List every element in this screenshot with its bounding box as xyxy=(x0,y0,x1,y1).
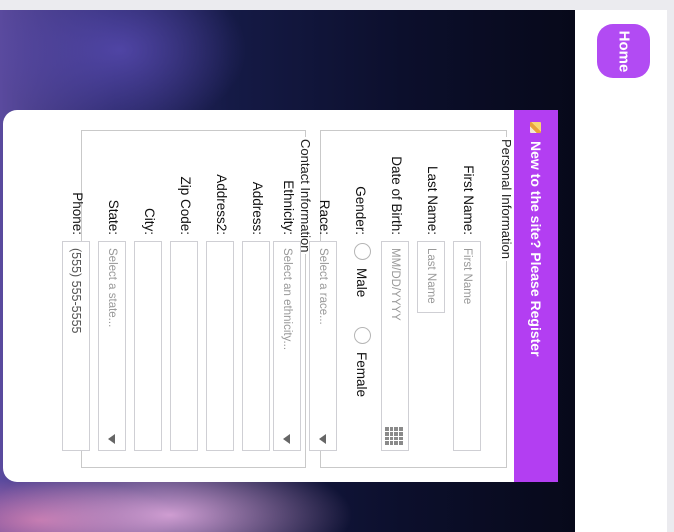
last-name-placeholder: Last Name xyxy=(425,248,437,304)
home-button-label: Home xyxy=(615,30,632,72)
race-placeholder: Select a race... xyxy=(317,248,329,325)
state-placeholder: Select a state... xyxy=(106,248,118,328)
address-label: Address: xyxy=(250,181,265,235)
contact-information-legend: Contact Information xyxy=(298,139,313,253)
city-row: City: xyxy=(132,131,166,467)
dob-row: Date of Birth: MM/DD/YYYY xyxy=(379,131,413,467)
form-header: New to the site? Please Register xyxy=(514,110,558,482)
sidebar xyxy=(575,10,667,532)
phone-placeholder: (555) 555-5555 xyxy=(69,248,83,334)
address2-input[interactable] xyxy=(206,241,234,451)
city-label: City: xyxy=(142,208,157,235)
form-title: New to the site? Please Register xyxy=(528,141,544,357)
first-name-row: First Name: First Name xyxy=(451,131,485,467)
personal-information-fieldset: Personal Information First Name: First N… xyxy=(273,130,514,468)
gender-label: Gender: xyxy=(353,186,368,235)
dob-label: Date of Birth: xyxy=(389,156,404,235)
race-select[interactable]: Select a race... xyxy=(309,241,337,451)
gender-row: Gender: Male Female xyxy=(343,131,377,467)
home-button[interactable]: Home xyxy=(597,24,650,78)
last-name-row: Last Name: Last Name xyxy=(415,131,449,467)
first-name-input[interactable]: First Name xyxy=(453,241,481,451)
registration-card: New to the site? Please Register Persona… xyxy=(3,110,558,482)
gender-female-radio[interactable] xyxy=(354,327,371,344)
pencil-icon xyxy=(530,122,542,133)
address2-row: Address2: xyxy=(204,131,238,467)
zip-input[interactable] xyxy=(170,241,198,451)
personal-information-legend: Personal Information xyxy=(499,139,514,259)
address-row: Address: xyxy=(240,131,274,467)
zip-label: Zip Code: xyxy=(178,176,193,235)
city-input[interactable] xyxy=(134,241,162,451)
phone-label: Phone: xyxy=(70,192,85,235)
first-name-label: First Name: xyxy=(461,165,476,235)
last-name-label: Last Name: xyxy=(425,165,440,235)
gender-male-radio[interactable] xyxy=(354,243,371,260)
address2-label: Address2: xyxy=(214,174,229,235)
last-name-input[interactable]: Last Name xyxy=(417,241,445,313)
chevron-down-icon xyxy=(108,434,115,444)
zip-row: Zip Code: xyxy=(168,131,202,467)
dob-input[interactable]: MM/DD/YYYY xyxy=(381,241,409,451)
phone-row: Phone: (555) 555-5555 xyxy=(60,131,94,467)
first-name-placeholder: First Name xyxy=(461,248,473,305)
state-label: State: xyxy=(106,199,121,235)
address-input[interactable] xyxy=(242,241,270,451)
contact-information-fieldset: Contact Information Address: Address2: Z… xyxy=(62,130,313,468)
gender-female-label: Female xyxy=(354,352,369,398)
state-row: State: Select a state... xyxy=(96,131,130,467)
state-select[interactable]: Select a state... xyxy=(98,241,126,451)
registration-form: New to the site? Please Register Persona… xyxy=(3,110,558,482)
calendar-icon[interactable] xyxy=(385,427,403,445)
gender-male-label: Male xyxy=(354,268,369,298)
dob-placeholder: MM/DD/YYYY xyxy=(389,248,401,321)
phone-input[interactable]: (555) 555-5555 xyxy=(62,241,90,451)
chevron-down-icon xyxy=(319,434,326,444)
